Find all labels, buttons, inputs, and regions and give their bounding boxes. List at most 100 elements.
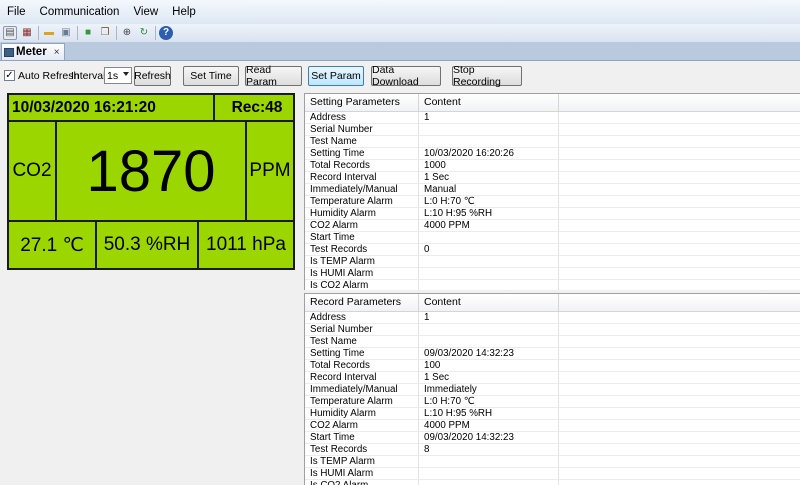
parameter-name-cell[interactable]: Total Records [305,160,419,172]
menu-file[interactable]: File [0,0,33,24]
table-row[interactable]: Is CO2 Alarm [305,480,800,485]
table-row[interactable]: Serial Number [305,124,800,136]
table-row[interactable]: Start Time 09/03/2020 14:32:23 [305,432,800,444]
table-row[interactable]: Is TEMP Alarm [305,256,800,268]
table-row[interactable]: Is CO2 Alarm [305,280,800,290]
parameter-value-cell[interactable]: 100 [419,360,559,372]
export-icon[interactable]: ■ [81,26,95,40]
table-row[interactable]: Humidity Alarm L:10 H:95 %RH [305,408,800,420]
parameter-value-cell[interactable] [419,456,559,468]
menu-communication[interactable]: Communication [33,0,127,24]
table-row[interactable]: Record Interval 1 Sec [305,172,800,184]
setting-parameters-grid[interactable]: Setting Parameters Content Address 1 Seria… [304,93,800,290]
parameter-value-cell[interactable]: 1 [419,312,559,324]
connect-icon[interactable]: ⊕ [120,26,134,40]
table-row[interactable]: Temperature Alarm L:0 H:70 ℃ [305,396,800,408]
table-row[interactable]: Test Name [305,136,800,148]
parameter-name-cell[interactable]: Record Interval [305,172,419,184]
table-row[interactable]: CO2 Alarm 4000 PPM [305,420,800,432]
close-icon[interactable]: × [54,47,60,58]
copy-icon[interactable]: ❐ [98,26,112,40]
parameter-value-cell[interactable]: L:10 H:95 %RH [419,208,559,220]
auto-refresh-control[interactable]: ✓ Auto Refresh [4,66,79,85]
parameter-name-cell[interactable]: CO2 Alarm [305,420,419,432]
table-row[interactable]: Total Records 1000 [305,160,800,172]
column-header[interactable]: Content [419,294,559,311]
menu-view[interactable]: View [126,0,165,24]
parameter-value-cell[interactable] [419,136,559,148]
parameter-name-cell[interactable]: Humidity Alarm [305,208,419,220]
parameter-value-cell[interactable]: 0 [419,244,559,256]
table-row[interactable]: Test Name [305,336,800,348]
record-parameters-grid[interactable]: Record Parameters Content Address 1 Serial… [304,293,800,485]
parameter-name-cell[interactable]: Test Records [305,444,419,456]
parameter-name-cell[interactable]: Test Name [305,136,419,148]
parameter-value-cell[interactable]: Manual [419,184,559,196]
print-icon[interactable]: ▦ [20,26,34,40]
parameter-name-cell[interactable]: Serial Number [305,324,419,336]
table-row[interactable]: Test Records 0 [305,244,800,256]
parameter-value-cell[interactable] [419,336,559,348]
parameter-value-cell[interactable] [419,324,559,336]
parameter-name-cell[interactable]: Is CO2 Alarm [305,480,419,485]
parameter-name-cell[interactable]: Record Interval [305,372,419,384]
parameter-name-cell[interactable]: Setting Time [305,348,419,360]
parameter-value-cell[interactable]: 09/03/2020 14:32:23 [419,348,559,360]
parameter-name-cell[interactable]: Is TEMP Alarm [305,456,419,468]
parameter-value-cell[interactable]: L:0 H:70 ℃ [419,196,559,208]
parameter-name-cell[interactable]: Temperature Alarm [305,196,419,208]
parameter-value-cell[interactable]: 4000 PPM [419,420,559,432]
column-header[interactable]: Content [419,94,559,111]
parameter-name-cell[interactable]: Address [305,312,419,324]
parameter-value-cell[interactable]: 1 Sec [419,372,559,384]
parameter-value-cell[interactable]: 09/03/2020 14:32:23 [419,432,559,444]
table-row[interactable]: Test Records 8 [305,444,800,456]
parameter-name-cell[interactable]: Start Time [305,232,419,244]
table-row[interactable]: Is HUMI Alarm [305,268,800,280]
parameter-value-cell[interactable]: 1000 [419,160,559,172]
parameter-value-cell[interactable]: Immediately [419,384,559,396]
help-icon[interactable]: ? [159,26,173,40]
table-row[interactable]: CO2 Alarm 4000 PPM [305,220,800,232]
parameter-value-cell[interactable]: 4000 PPM [419,220,559,232]
open-folder-icon[interactable]: ▬ [42,26,56,40]
table-row[interactable]: Total Records 100 [305,360,800,372]
interval-select[interactable]: 1s [104,67,132,84]
parameter-name-cell[interactable]: Address [305,112,419,124]
parameter-value-cell[interactable]: 1 [419,112,559,124]
set-param-button[interactable]: Set Param [308,66,364,86]
parameter-name-cell[interactable]: Serial Number [305,124,419,136]
stop-recording-button[interactable]: Stop Recording [452,64,522,88]
parameter-value-cell[interactable] [419,124,559,136]
column-header[interactable]: Record Parameters [305,294,419,311]
save-icon[interactable]: ▣ [59,26,73,40]
parameter-value-cell[interactable] [419,280,559,290]
table-row[interactable]: Start Time [305,232,800,244]
parameter-name-cell[interactable]: Humidity Alarm [305,408,419,420]
parameter-value-cell[interactable]: 8 [419,444,559,456]
set-time-button[interactable]: Set Time [183,66,239,86]
column-header[interactable]: Setting Parameters [305,94,419,111]
parameter-value-cell[interactable] [419,232,559,244]
parameter-name-cell[interactable]: Test Name [305,336,419,348]
parameter-value-cell[interactable] [419,468,559,480]
parameter-name-cell[interactable]: Setting Time [305,148,419,160]
parameter-name-cell[interactable]: Is TEMP Alarm [305,256,419,268]
parameter-value-cell[interactable]: L:10 H:95 %RH [419,408,559,420]
parameter-value-cell[interactable] [419,480,559,485]
table-row[interactable]: Is HUMI Alarm [305,468,800,480]
table-row[interactable]: Setting Time 10/03/2020 16:20:26 [305,148,800,160]
parameter-value-cell[interactable]: L:0 H:70 ℃ [419,396,559,408]
parameter-name-cell[interactable]: Is HUMI Alarm [305,268,419,280]
parameter-value-cell[interactable]: 1 Sec [419,172,559,184]
table-row[interactable]: Humidity Alarm L:10 H:95 %RH [305,208,800,220]
table-row[interactable]: Setting Time 09/03/2020 14:32:23 [305,348,800,360]
read-param-button[interactable]: Read Param [245,64,302,88]
auto-refresh-checkbox[interactable]: ✓ [4,70,15,81]
refresh-button[interactable]: Refresh [134,66,171,86]
table-row[interactable]: Record Interval 1 Sec [305,372,800,384]
parameter-name-cell[interactable]: Temperature Alarm [305,396,419,408]
data-download-button[interactable]: Data Download [371,64,441,88]
parameter-name-cell[interactable]: Is CO2 Alarm [305,280,419,290]
parameter-name-cell[interactable]: Is HUMI Alarm [305,468,419,480]
